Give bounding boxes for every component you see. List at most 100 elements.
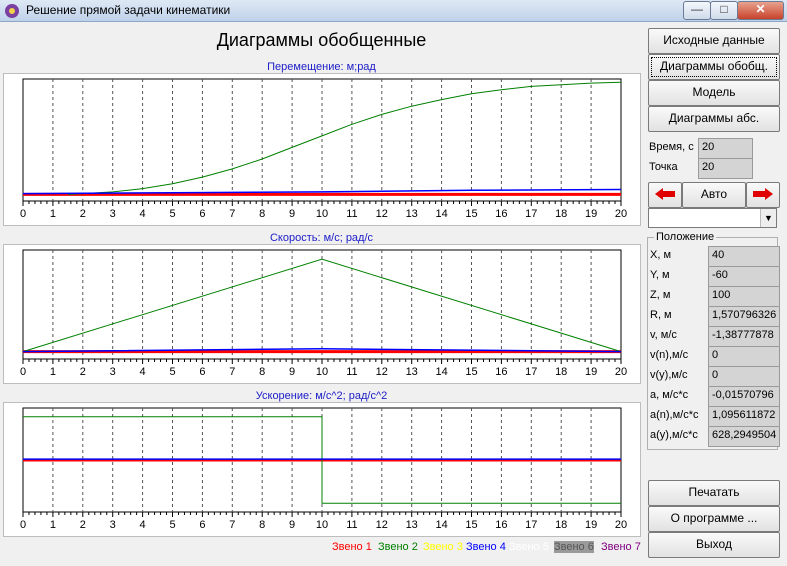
x-tick-label: 11 <box>346 519 357 531</box>
acceleration-plot-panel: 0 1 2 3 4 5 6 7 8 9 10 11 12 13 14 15 16 17 18 19 20 <box>3 402 641 537</box>
x-tick-label: 17 <box>525 519 537 531</box>
x-tick-label: 0 <box>20 208 26 220</box>
x-tick-label: 1 <box>50 366 56 378</box>
x-tick-label: 14 <box>435 366 447 378</box>
legend-item: Звено 7 <box>601 541 641 553</box>
arrow-right-icon <box>753 188 773 200</box>
acceleration-chart: 0 1 2 3 4 5 6 7 8 9 10 11 12 13 14 15 16 17 18 19 20 <box>20 407 627 531</box>
x-tick-label: 2 <box>80 366 86 378</box>
position-value-field[interactable]: 0 <box>708 346 780 367</box>
x-tick-label: 17 <box>525 366 537 378</box>
x-tick-label: 6 <box>199 519 205 531</box>
x-tick-label: 12 <box>376 208 388 220</box>
auto-button[interactable]: Авто <box>682 182 746 208</box>
position-label: v, м/с <box>650 329 677 341</box>
print-button[interactable]: Печатать <box>648 480 780 506</box>
position-value-field[interactable]: 1,095611872 <box>708 406 780 427</box>
position-value-field[interactable]: -60 <box>708 266 780 287</box>
x-tick-label: 18 <box>555 366 567 378</box>
x-tick-label: 11 <box>346 366 357 378</box>
x-tick-label: 3 <box>110 366 116 378</box>
maximize-button[interactable]: □ <box>710 1 738 20</box>
model-button[interactable]: Модель <box>648 80 780 106</box>
velocity-plot-panel: 0 1 2 3 4 5 6 7 8 9 10 11 12 13 14 15 16 17 18 19 20 <box>3 244 641 384</box>
abs-diagrams-button[interactable]: Диаграммы абс. <box>648 106 780 132</box>
x-tick-label: 18 <box>555 519 567 531</box>
legend-item: Звено 3 <box>423 541 463 553</box>
page-title: Диаграммы обобщенные <box>216 30 427 50</box>
x-tick-label: 13 <box>406 519 418 531</box>
position-value-field[interactable]: 0 <box>708 366 780 387</box>
legend-item: Звено 5 <box>509 541 549 553</box>
x-tick-label: 6 <box>199 208 205 220</box>
x-tick-label: 4 <box>140 366 146 378</box>
x-tick-label: 19 <box>585 519 597 531</box>
x-tick-label: 13 <box>406 366 418 378</box>
x-tick-label: 8 <box>259 519 265 531</box>
x-tick-label: 16 <box>495 519 507 531</box>
position-label: a, м/с*с <box>650 389 689 401</box>
point-label: Точка <box>649 161 678 173</box>
legend-item: Звено 1 <box>332 541 372 553</box>
position-label: X, м <box>650 249 672 261</box>
x-tick-label: 9 <box>289 208 295 220</box>
x-tick-label: 5 <box>169 519 175 531</box>
close-button[interactable]: ✕ <box>737 1 784 20</box>
x-tick-label: 14 <box>435 208 447 220</box>
legend-item: Звено 2 <box>378 541 418 553</box>
x-tick-label: 10 <box>316 208 328 220</box>
x-tick-label: 4 <box>140 519 146 531</box>
x-tick-label: 8 <box>259 366 265 378</box>
x-tick-label: 2 <box>80 519 86 531</box>
x-tick-label: 3 <box>110 208 116 220</box>
exit-button[interactable]: Выход <box>648 532 780 558</box>
position-value-field[interactable]: 40 <box>708 246 780 267</box>
time-field[interactable]: 20 <box>698 138 753 159</box>
chevron-down-icon[interactable]: ▼ <box>760 209 776 227</box>
position-value-field[interactable]: -1,38777878 <box>708 326 780 347</box>
x-tick-label: 5 <box>169 208 175 220</box>
position-label: v(n),м/с <box>650 349 689 361</box>
x-tick-label: 15 <box>465 208 477 220</box>
velocity-plot-title: Скорость: м/с; рад/с <box>269 232 374 244</box>
arrow-left-icon <box>655 188 675 200</box>
title-bar: Решение прямой задачи кинематики — □ ✕ <box>0 0 787 22</box>
position-value-field[interactable]: 628,2949504 <box>708 426 780 447</box>
x-tick-label: 0 <box>20 366 26 378</box>
position-value-field[interactable]: 100 <box>708 286 780 307</box>
point-field[interactable]: 20 <box>698 158 753 179</box>
x-tick-label: 12 <box>376 366 388 378</box>
gen-diagrams-button[interactable]: Диаграммы обобщ. <box>648 54 780 80</box>
prev-point-button[interactable] <box>648 182 682 208</box>
x-tick-label: 19 <box>585 208 597 220</box>
x-tick-label: 15 <box>465 519 477 531</box>
position-label: Z, м <box>650 289 671 301</box>
x-tick-label: 7 <box>229 519 235 531</box>
x-tick-label: 3 <box>110 519 116 531</box>
x-tick-label: 20 <box>615 208 627 220</box>
x-tick-label: 7 <box>229 208 235 220</box>
source-data-button[interactable]: Исходные данные <box>648 28 780 54</box>
x-tick-label: 20 <box>615 366 627 378</box>
x-tick-label: 4 <box>140 208 146 220</box>
position-value-field[interactable]: 1,570796326 <box>708 306 780 327</box>
x-tick-label: 10 <box>316 519 328 531</box>
x-tick-label: 18 <box>555 208 567 220</box>
displacement-chart: 0 1 2 3 4 5 6 7 8 9 10 11 12 13 14 15 16 17 18 19 20 <box>20 78 627 220</box>
x-tick-label: 13 <box>406 208 418 220</box>
next-point-button[interactable] <box>746 182 780 208</box>
x-tick-label: 5 <box>169 366 175 378</box>
minimize-button[interactable]: — <box>683 1 711 20</box>
link-select[interactable]: ▼ <box>648 208 777 228</box>
x-tick-label: 7 <box>229 366 235 378</box>
displacement-plot-title: Перемещение: м;рад <box>267 61 376 73</box>
velocity-chart: 0 1 2 3 4 5 6 7 8 9 10 11 12 13 14 15 16 17 18 19 20 <box>20 249 627 378</box>
x-tick-label: 14 <box>435 519 447 531</box>
about-button[interactable]: О программе ... <box>648 506 780 532</box>
x-tick-label: 16 <box>495 208 507 220</box>
x-tick-label: 9 <box>289 519 295 531</box>
legend-item: Звено 4 <box>466 541 506 553</box>
position-label: R, м <box>650 309 672 321</box>
x-tick-label: 16 <box>495 366 507 378</box>
position-value-field[interactable]: -0,01570796 <box>708 386 780 407</box>
